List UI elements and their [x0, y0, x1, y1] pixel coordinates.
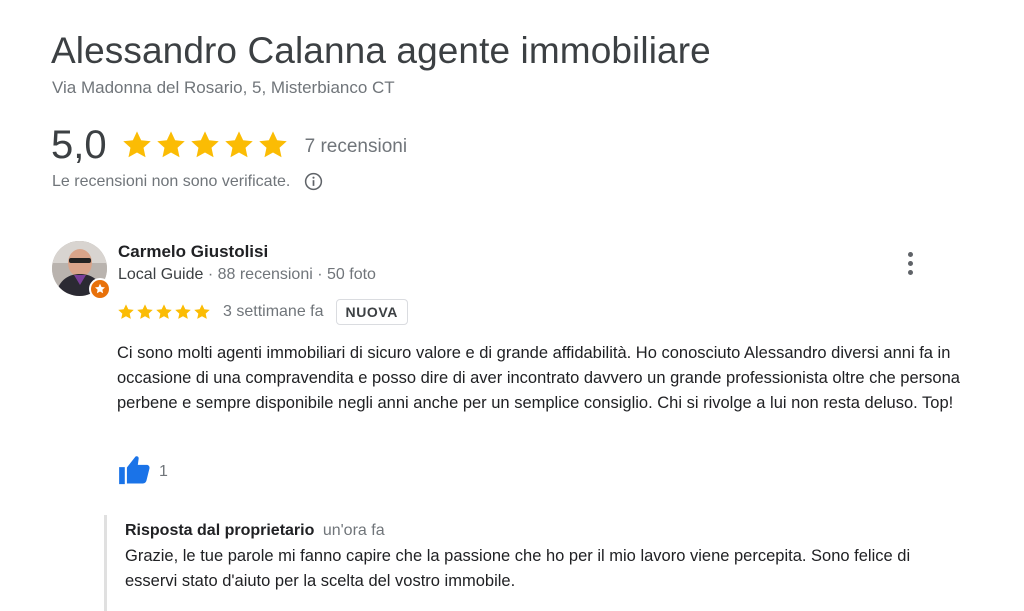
- business-title: Alessandro Calanna agente immobiliare: [51, 30, 711, 71]
- star-icon: [122, 131, 151, 158]
- review-page: Alessandro Calanna agente immobiliare Vi…: [0, 0, 1024, 611]
- owner-reply: Risposta dal proprietario un'ora fa Graz…: [104, 515, 964, 611]
- like-count: 1: [159, 463, 168, 480]
- star-icon: [137, 304, 153, 319]
- rating-stars: [121, 129, 289, 161]
- info-icon[interactable]: [304, 172, 323, 191]
- business-address: Via Madonna del Rosario, 5, Misterbianco…: [52, 78, 395, 97]
- new-badge: NUOVA: [335, 299, 409, 325]
- review-rating-row: 3 settimane fa NUOVA: [117, 297, 409, 327]
- local-guide-label: Local Guide: [118, 266, 204, 283]
- local-guide-badge-icon: [89, 278, 111, 300]
- star-icon: [224, 131, 253, 158]
- owner-reply-text: Grazie, le tue parole mi fanno capire ch…: [125, 547, 911, 590]
- owner-reply-label: Risposta dal proprietario: [125, 522, 315, 539]
- more-vert-icon[interactable]: [896, 246, 924, 280]
- reviewer-stats: · 88 recensioni · 50 foto: [203, 266, 376, 283]
- star-icon: [118, 304, 134, 319]
- reviewer-avatar[interactable]: [52, 241, 111, 300]
- star-icon: [156, 304, 172, 319]
- owner-reply-header: Risposta dal proprietario un'ora fa: [125, 522, 964, 540]
- thumb-up-icon: [119, 456, 150, 485]
- review-text: Ci sono molti agenti immobiliari di sicu…: [117, 344, 960, 412]
- review-stars: [117, 303, 211, 321]
- reviewer-name[interactable]: Carmelo Giustolisi: [118, 242, 268, 262]
- owner-reply-time: un'ora fa: [322, 522, 385, 539]
- star-icon: [156, 131, 185, 158]
- star-icon: [190, 131, 219, 158]
- rating-value: 5,0: [51, 122, 107, 167]
- star-icon: [175, 304, 191, 319]
- unverified-text: Le recensioni non sono verificate.: [52, 172, 291, 190]
- star-icon: [258, 131, 287, 158]
- review-time: 3 settimane fa: [223, 303, 324, 320]
- unverified-notice: Le recensioni non sono verificate.: [52, 172, 323, 191]
- rating-summary: 5,0 7 recensioni: [51, 120, 407, 170]
- like-button[interactable]: 1: [117, 453, 168, 487]
- star-icon: [194, 304, 210, 319]
- review-count[interactable]: 7 recensioni: [305, 136, 407, 158]
- reviewer-meta: Local Guide · 88 recensioni · 50 foto: [118, 266, 376, 284]
